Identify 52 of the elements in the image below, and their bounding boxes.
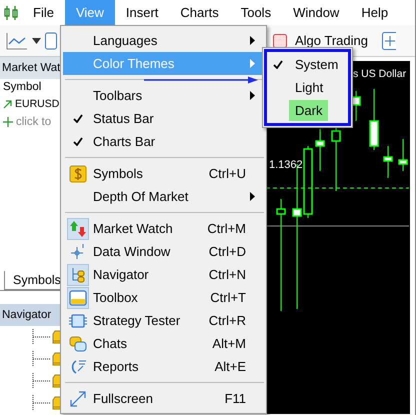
menu-item[interactable]: Status Bar <box>63 107 264 130</box>
checkmark-icon <box>73 137 83 146</box>
window-panel-icon <box>69 288 87 306</box>
menu-item[interactable]: Window <box>282 0 350 25</box>
new-order-icon <box>382 32 396 50</box>
tree-connector-icon <box>32 394 52 411</box>
checkmark-icon <box>273 60 283 69</box>
tree-connector-icon <box>32 372 52 389</box>
theme-option[interactable]: Dark <box>289 100 328 122</box>
algo-trading-stop-icon <box>273 34 287 48</box>
column-header: Symbol <box>3 80 42 96</box>
menu-item[interactable]: Charts <box>169 0 230 25</box>
menu-item[interactable]: Tools <box>230 0 282 25</box>
chart-title: s US Dollar <box>353 67 406 82</box>
candlestick <box>315 128 325 172</box>
candlestick <box>383 146 393 178</box>
up-arrow-icon <box>3 100 12 110</box>
candlestick <box>369 88 379 150</box>
menu-item[interactable]: Depth Of Market <box>63 185 264 208</box>
menu-item[interactable]: Data Window Ctrl+D <box>63 240 264 263</box>
price-label: 1.1362 <box>269 158 303 173</box>
menu-item[interactable]: Insert <box>114 0 170 25</box>
tree-connector-icon <box>32 350 52 367</box>
candlestick-logo-icon <box>4 4 18 20</box>
dollar-icon <box>69 164 87 182</box>
up-down-arrows-icon <box>69 220 87 238</box>
symbol-name[interactable]: EURUSD <box>15 97 60 113</box>
line-chart-icon <box>6 32 28 50</box>
menu-item[interactable]: Reports Alt+E <box>63 355 264 378</box>
checkmark-icon <box>73 114 83 123</box>
menu-item[interactable]: Chats Alt+M <box>63 332 264 355</box>
menu-item[interactable]: Symbols Ctrl+U <box>63 162 264 185</box>
plus-icon <box>3 117 13 128</box>
report-icon <box>69 358 87 376</box>
menu-item[interactable]: Help <box>350 0 400 25</box>
menu-item[interactable]: Toolbars <box>63 84 264 107</box>
expand-arrows-icon <box>69 390 87 408</box>
menu-item[interactable]: Charts Bar <box>63 130 264 153</box>
tree-connector-icon <box>32 328 52 345</box>
theme-option[interactable]: Light <box>289 76 330 98</box>
chart-window-icon <box>45 32 57 50</box>
caret-icon <box>32 38 41 44</box>
candlestick <box>398 138 408 172</box>
menu-item[interactable]: File <box>22 0 65 25</box>
chip-icon <box>69 312 87 330</box>
chat-bubbles-icon <box>69 334 87 352</box>
theme-option[interactable]: System <box>289 54 344 76</box>
menu-item[interactable]: Languages <box>63 29 264 52</box>
algo-trading-button[interactable]: Algo Trading <box>295 30 368 50</box>
add-symbol-link[interactable]: click to <box>16 114 52 131</box>
menu-item[interactable]: Market Watch Ctrl+M <box>63 217 264 240</box>
menu-item[interactable]: Fullscreen F11 <box>63 387 264 410</box>
